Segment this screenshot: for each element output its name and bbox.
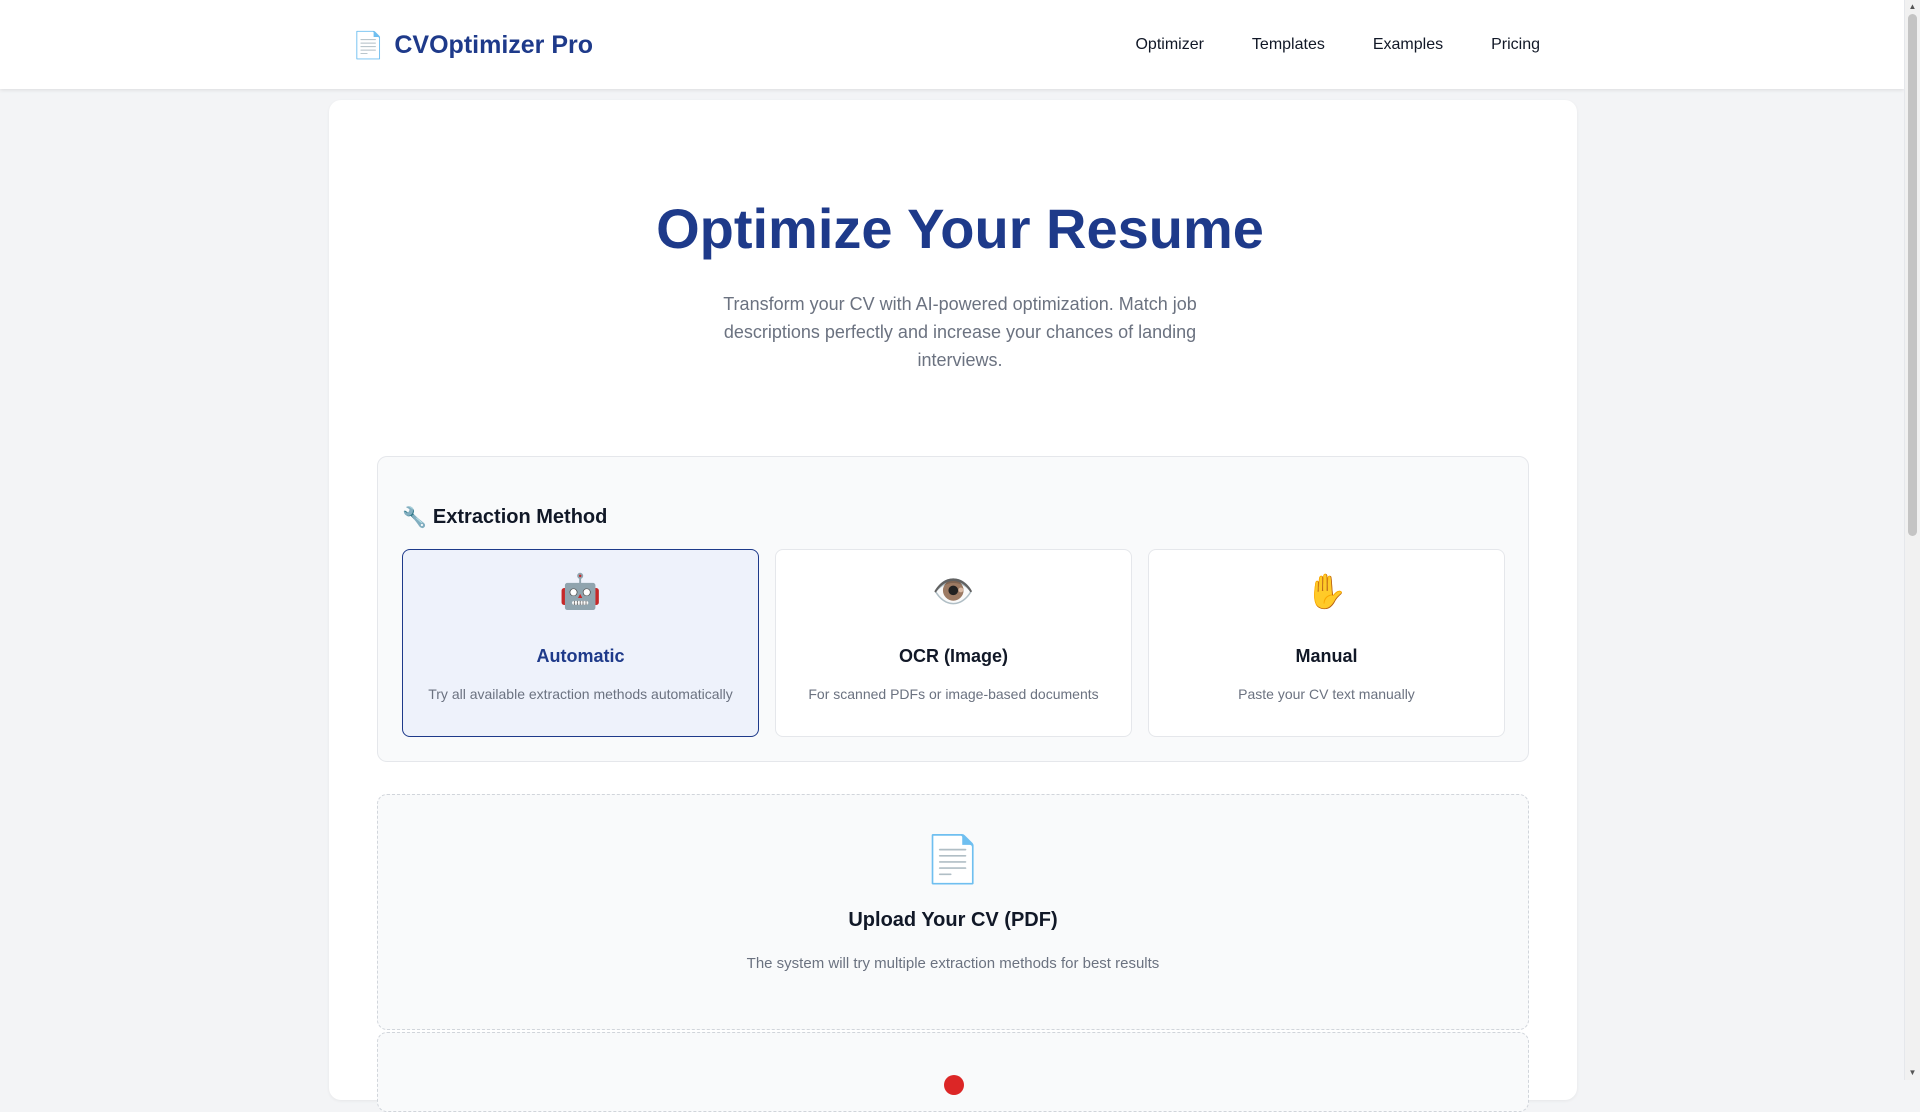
top-navbar: 📄 CVOptimizer Pro Optimizer Templates Ex… <box>0 0 1904 89</box>
extraction-method-label: Extraction Method <box>432 506 608 528</box>
wrench-icon: 🔧 <box>402 507 427 529</box>
nav-link-examples[interactable]: Examples <box>1373 36 1443 54</box>
brand-name: CVOptimizer Pro <box>394 30 594 59</box>
extraction-method-panel: 🔧 Extraction Method 🤖 Automatic Try all … <box>377 456 1529 762</box>
eye-icon: 👁️ <box>932 573 975 611</box>
scroll-up-arrow-icon[interactable]: ▲ <box>1905 0 1920 14</box>
brand-logo[interactable]: 📄 CVOptimizer Pro <box>352 28 593 62</box>
nav-link-templates[interactable]: Templates <box>1252 36 1325 54</box>
upload-dropzone[interactable]: 📄 Upload Your CV (PDF) The system will t… <box>377 794 1529 1030</box>
upload-title: Upload Your CV (PDF) <box>848 909 1058 931</box>
option-manual[interactable]: ✋ Manual Paste your CV text manually <box>1148 549 1505 737</box>
document-icon: 📄 <box>352 30 385 60</box>
option-description: Paste your CV text manually <box>1238 686 1415 702</box>
next-section <box>377 1032 1529 1112</box>
option-ocr[interactable]: 👁️ OCR (Image) For scanned PDFs or image… <box>775 549 1132 737</box>
option-description: For scanned PDFs or image-based document… <box>808 686 1099 702</box>
page-title: Optimize Your Resume <box>656 197 1264 260</box>
option-description: Try all available extraction methods aut… <box>428 686 733 702</box>
nav-link-pricing[interactable]: Pricing <box>1491 36 1540 54</box>
scroll-down-arrow-icon[interactable]: ▼ <box>1905 1066 1920 1080</box>
hand-icon: ✋ <box>1305 573 1348 611</box>
extraction-method-heading: 🔧 Extraction Method <box>402 505 607 530</box>
extraction-options: 🤖 Automatic Try all available extraction… <box>402 549 1505 737</box>
option-title: Automatic <box>536 646 625 666</box>
document-icon: 📄 <box>924 833 982 885</box>
red-circle-icon <box>944 1075 964 1095</box>
upload-description: The system will try multiple extraction … <box>746 955 1160 972</box>
robot-icon: 🤖 <box>559 573 602 611</box>
option-automatic[interactable]: 🤖 Automatic Try all available extraction… <box>402 549 759 737</box>
nav-link-optimizer[interactable]: Optimizer <box>1135 36 1203 54</box>
option-title: Manual <box>1295 646 1358 666</box>
nav-links: Optimizer Templates Examples Pricing <box>1135 28 1540 62</box>
page-subtitle: Transform your CV with AI-powered optimi… <box>723 294 1197 370</box>
scroll-thumb[interactable] <box>1908 14 1917 536</box>
option-title: OCR (Image) <box>898 646 1008 666</box>
page-scrollbar[interactable]: ▲ ▼ <box>1904 0 1920 1080</box>
